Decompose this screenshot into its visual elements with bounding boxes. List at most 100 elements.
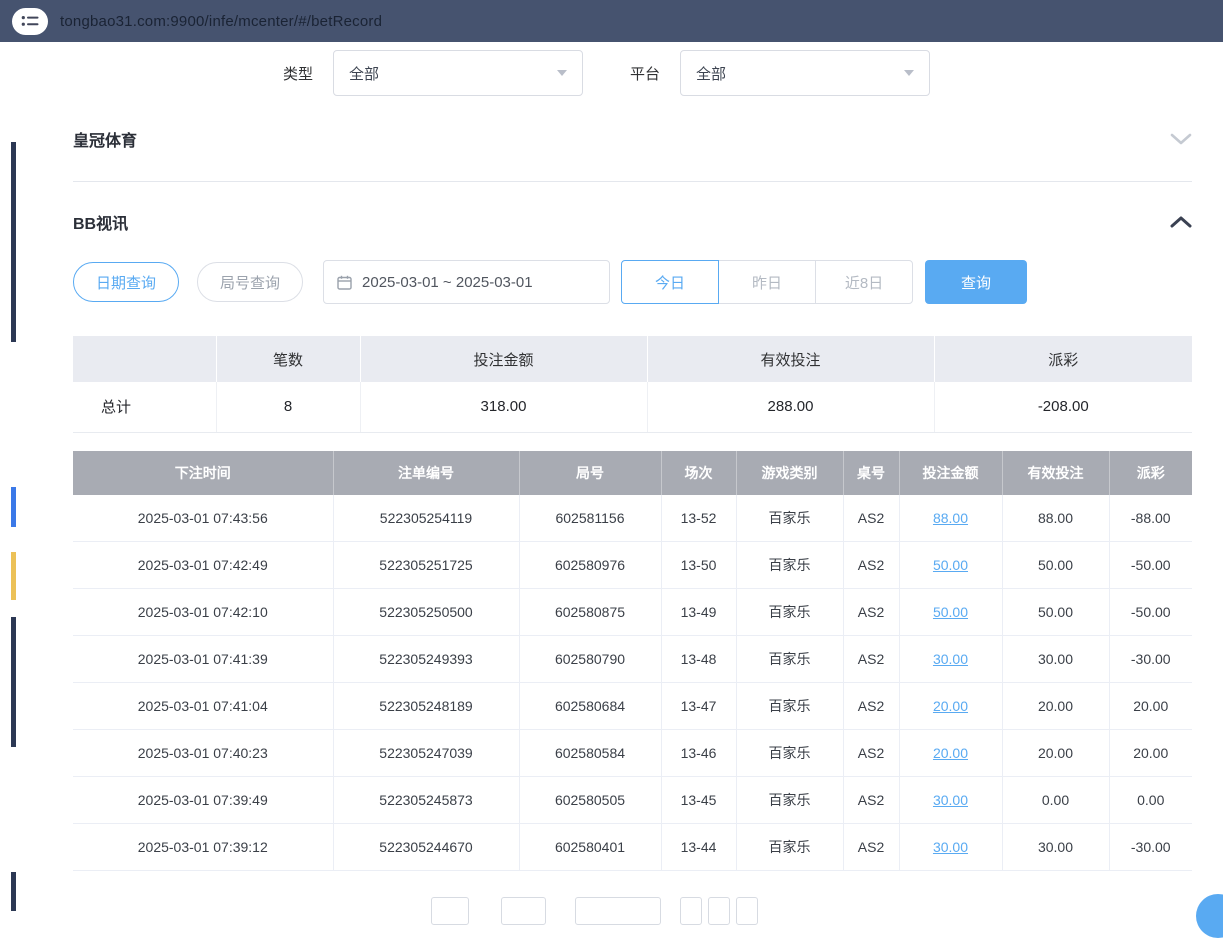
summary-header-valid-bet: 有效投注 [647, 336, 934, 382]
round-number: 602580790 [519, 636, 661, 683]
chevron-down-icon [904, 70, 914, 76]
round-number: 602581156 [519, 495, 661, 542]
header-valid-bet: 有效投注 [1002, 451, 1109, 495]
summary-table: 笔数 投注金额 有效投注 派彩 总计 8 318.00 288.00 -208.… [73, 336, 1192, 433]
platform-filter-label: 平台 [630, 63, 660, 84]
browser-address-bar: tongbao31.com:9900/infe/mcenter/#/betRec… [0, 0, 1223, 42]
round-query-tab[interactable]: 局号查询 [197, 262, 303, 302]
filter-row: 类型 全部 平台 全部 [283, 50, 1192, 96]
table-number: AS2 [843, 542, 899, 589]
bet-amount-link[interactable]: 20.00 [933, 698, 968, 714]
section-crown-sports[interactable]: 皇冠体育 [73, 96, 1192, 182]
pagination-prev-button[interactable] [431, 897, 469, 925]
bet-record-table: 下注时间 注单编号 局号 场次 游戏类别 桌号 投注金额 有效投注 派彩 202… [73, 451, 1192, 872]
game-type: 百家乐 [736, 824, 843, 871]
order-number: 522305248189 [333, 683, 519, 730]
bet-amount-link[interactable]: 20.00 [933, 745, 968, 761]
section-bb-live[interactable]: BB视讯 [73, 182, 1192, 260]
game-type: 百家乐 [736, 589, 843, 636]
pagination [431, 897, 758, 925]
session: 13-48 [661, 636, 736, 683]
bet-time: 2025-03-01 07:41:39 [73, 636, 333, 683]
table-row: 2025-03-01 07:42:49 522305251725 6025809… [73, 542, 1192, 589]
total-bet-amount: 318.00 [360, 382, 647, 432]
bet-amount-link[interactable]: 50.00 [933, 557, 968, 573]
tab-list-icon [21, 14, 39, 28]
search-button[interactable]: 查询 [925, 260, 1027, 304]
edge-fragment [11, 142, 16, 342]
payout: 0.00 [1109, 777, 1192, 824]
round-number: 602580584 [519, 730, 661, 777]
game-type: 百家乐 [736, 683, 843, 730]
edge-fragment [11, 617, 16, 747]
type-filter-value: 全部 [349, 63, 379, 84]
today-button[interactable]: 今日 [621, 260, 719, 304]
session: 13-52 [661, 495, 736, 542]
table-row: 2025-03-01 07:41:04 522305248189 6025806… [73, 683, 1192, 730]
round-number: 602580401 [519, 824, 661, 871]
session: 13-45 [661, 777, 736, 824]
pagination-page-button[interactable] [501, 897, 546, 925]
pagination-button[interactable] [736, 897, 758, 925]
query-bar: 日期查询 局号查询 2025-03-01 ~ 2025-03-01 今日 昨日 … [73, 260, 1192, 304]
valid-bet: 20.00 [1002, 683, 1109, 730]
table-row: 2025-03-01 07:42:10 522305250500 6025808… [73, 589, 1192, 636]
platform-filter-select[interactable]: 全部 [680, 50, 930, 96]
date-query-tab[interactable]: 日期查询 [73, 262, 179, 302]
bet-time: 2025-03-01 07:40:23 [73, 730, 333, 777]
type-filter-select[interactable]: 全部 [333, 50, 583, 96]
payout: -88.00 [1109, 495, 1192, 542]
last-8-days-button[interactable]: 近8日 [815, 260, 913, 304]
table-number: AS2 [843, 777, 899, 824]
bet-amount-link[interactable]: 30.00 [933, 839, 968, 855]
summary-header-row: 笔数 投注金额 有效投注 派彩 [73, 336, 1192, 382]
table-row: 2025-03-01 07:39:49 522305245873 6025805… [73, 777, 1192, 824]
session: 13-46 [661, 730, 736, 777]
bet-amount-link[interactable]: 30.00 [933, 792, 968, 808]
bet-amount-link[interactable]: 30.00 [933, 651, 968, 667]
section-title: BB视讯 [73, 210, 128, 234]
edge-fragment [11, 552, 16, 600]
summary-header-count: 笔数 [216, 336, 360, 382]
table-number: AS2 [843, 824, 899, 871]
session: 13-50 [661, 542, 736, 589]
round-number: 602580976 [519, 542, 661, 589]
pagination-button[interactable] [680, 897, 702, 925]
table-row: 2025-03-01 07:43:56 522305254119 6025811… [73, 495, 1192, 542]
round-number: 602580505 [519, 777, 661, 824]
game-type: 百家乐 [736, 495, 843, 542]
table-number: AS2 [843, 636, 899, 683]
pagination-button[interactable] [708, 897, 730, 925]
round-number: 602580684 [519, 683, 661, 730]
summary-header-payout: 派彩 [934, 336, 1192, 382]
page-size-select[interactable] [575, 897, 661, 925]
bet-amount-link[interactable]: 88.00 [933, 510, 968, 526]
chevron-down-icon [557, 70, 567, 76]
summary-header-bet-amount: 投注金额 [360, 336, 647, 382]
bet-time: 2025-03-01 07:41:04 [73, 683, 333, 730]
header-session: 场次 [661, 451, 736, 495]
yesterday-button[interactable]: 昨日 [718, 260, 816, 304]
floating-action-button[interactable] [1196, 894, 1223, 938]
game-type: 百家乐 [736, 636, 843, 683]
bet-amount-link[interactable]: 50.00 [933, 604, 968, 620]
game-type: 百家乐 [736, 730, 843, 777]
total-payout: -208.00 [934, 382, 1192, 432]
date-range-picker[interactable]: 2025-03-01 ~ 2025-03-01 [323, 260, 610, 304]
header-payout: 派彩 [1109, 451, 1192, 495]
payout: 20.00 [1109, 683, 1192, 730]
edge-fragment [11, 872, 16, 911]
url-text[interactable]: tongbao31.com:9900/infe/mcenter/#/betRec… [60, 13, 382, 30]
total-label: 总计 [73, 382, 216, 432]
order-number: 522305249393 [333, 636, 519, 683]
round-number: 602580875 [519, 589, 661, 636]
table-row: 2025-03-01 07:39:12 522305244670 6025804… [73, 824, 1192, 871]
game-type: 百家乐 [736, 777, 843, 824]
order-number: 522305251725 [333, 542, 519, 589]
bet-time: 2025-03-01 07:42:10 [73, 589, 333, 636]
bet-time: 2025-03-01 07:39:12 [73, 824, 333, 871]
tab-list-button[interactable] [12, 8, 48, 35]
table-row: 2025-03-01 07:41:39 522305249393 6025807… [73, 636, 1192, 683]
valid-bet: 0.00 [1002, 777, 1109, 824]
valid-bet: 30.00 [1002, 636, 1109, 683]
